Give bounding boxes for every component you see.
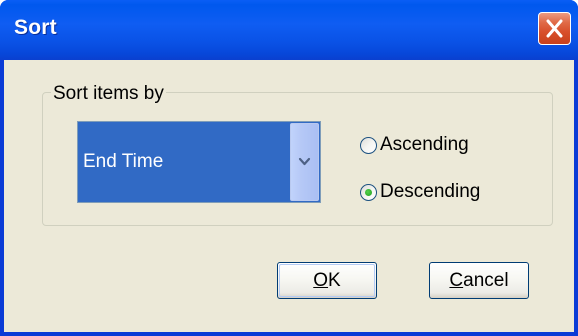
radio-descending[interactable]: Descending [360, 181, 530, 205]
close-icon [546, 19, 563, 38]
sort-dialog: Sort Sort items by End Time Ascending De… [0, 0, 578, 336]
sort-field-dropdown-button[interactable] [290, 123, 319, 201]
radio-descending-label: Descending [380, 181, 481, 202]
radio-descending-circle [360, 184, 377, 201]
cancel-button[interactable]: Cancel [429, 262, 529, 299]
groupbox-label: Sort items by [51, 83, 166, 104]
dialog-body: Sort items by End Time Ascending Descend… [4, 60, 574, 332]
radio-ascending-label: Ascending [380, 134, 469, 155]
chevron-down-icon [298, 157, 311, 166]
window-title: Sort [14, 16, 57, 39]
radio-selected-dot [365, 189, 372, 196]
sort-field-value: End Time [83, 151, 164, 172]
close-button[interactable] [538, 12, 571, 45]
radio-ascending[interactable]: Ascending [360, 134, 510, 158]
title-bar[interactable]: Sort [0, 0, 578, 60]
sort-field-select[interactable]: End Time [77, 121, 321, 203]
ok-button[interactable]: OK [277, 262, 377, 299]
radio-ascending-circle [360, 137, 377, 154]
